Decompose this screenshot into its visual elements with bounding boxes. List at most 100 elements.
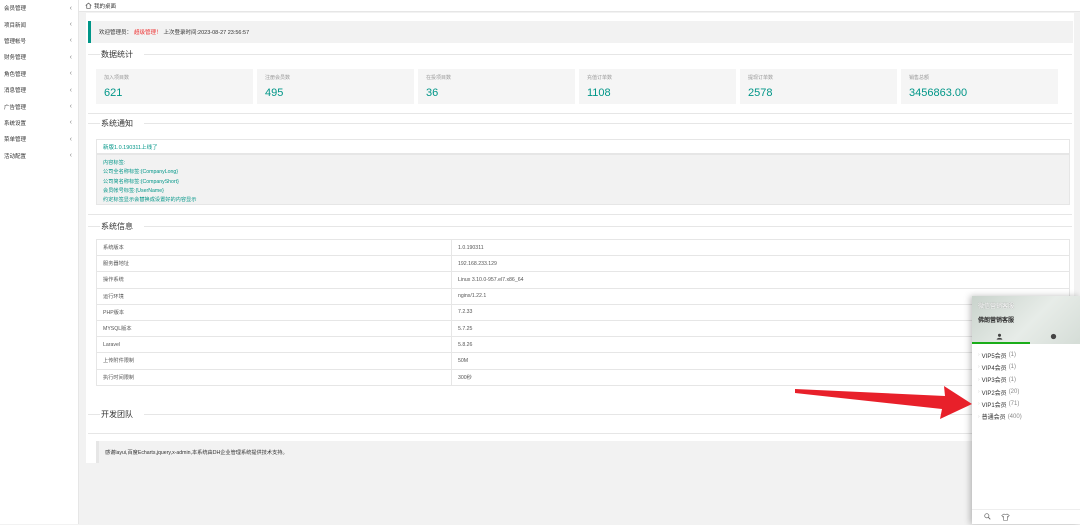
sidebar-item-label: 活动配置 bbox=[4, 153, 27, 160]
divider bbox=[88, 226, 100, 227]
team-text: 感谢layui,百度Echarts,jquery,x-admin,本系统由DH企… bbox=[105, 449, 288, 456]
group-count: (20) bbox=[1008, 389, 1020, 396]
expand-icon: › bbox=[978, 352, 980, 359]
stat-card-recharge-orders[interactable]: 充值订单数 1108 bbox=[579, 69, 736, 104]
sysinfo-key: 上传附件限制 bbox=[96, 352, 452, 370]
divider bbox=[88, 414, 100, 415]
stat-label: 注册会员数 bbox=[265, 75, 291, 81]
team-title: 开发团队 bbox=[101, 410, 133, 419]
table-row: PHP版本 7.2.33 bbox=[96, 303, 1070, 321]
sidebar-item-label: 会员管理 bbox=[4, 6, 27, 13]
chevron-left-icon: ‹ bbox=[69, 53, 72, 61]
table-row: Laravel 5.8.26 bbox=[96, 336, 1070, 354]
tab-bar: 我的桌面 bbox=[79, 0, 1080, 12]
chat-icon bbox=[1050, 333, 1056, 339]
stat-label: 加入项目数 bbox=[104, 75, 130, 81]
divider bbox=[88, 123, 100, 124]
group-name: VIP1会员 bbox=[981, 402, 1007, 409]
stat-card-projects-joined[interactable]: 加入项目数 621 bbox=[96, 69, 253, 104]
chevron-left-icon: ‹ bbox=[69, 37, 72, 45]
divider bbox=[88, 113, 1072, 114]
expand-icon: › bbox=[978, 413, 980, 420]
last-login-time: 上次登录时间:2023-08-27 23:56:57 bbox=[163, 30, 250, 36]
group-name: 普通会员 bbox=[981, 415, 1006, 422]
contact-panel: 微信营销客服 佛朗营销客服 › VIP5会员 (1) › VIP4会员 (1) › VIP… bbox=[972, 296, 1080, 524]
sidebar-item-messages[interactable]: 消息管理 ‹ bbox=[0, 82, 78, 98]
stat-label: 充值订单数 bbox=[587, 75, 613, 81]
expand-icon: › bbox=[978, 389, 980, 396]
sysinfo-table: 系统版本 1.0.190311 服务器地址 192.168.233.129 操作系统… bbox=[96, 238, 1070, 386]
stat-card-members[interactable]: 注册会员数 495 bbox=[257, 69, 414, 104]
sidebar-item-label: 系统设置 bbox=[4, 120, 27, 127]
sysinfo-key: 系统版本 bbox=[96, 238, 452, 257]
table-row: 服务器地址 192.168.233.129 bbox=[96, 255, 1070, 273]
sidebar-item-label: 管理帐号 bbox=[4, 38, 27, 45]
stat-value: 1108 bbox=[587, 87, 611, 99]
contact-panel-subtitle: 佛朗营销客服 bbox=[978, 318, 1015, 324]
tab-contacts[interactable] bbox=[972, 330, 1026, 342]
notice-headline-text: 新版1.0.190311上线了 bbox=[103, 144, 158, 151]
active-tab-indicator bbox=[972, 342, 1030, 344]
search-icon[interactable] bbox=[984, 513, 991, 522]
tab-home[interactable]: 我的桌面 bbox=[79, 2, 116, 10]
table-row: 操作系统 Linux 3.10.0-957.el7.x86_64 bbox=[96, 271, 1070, 289]
welcome-prefix: 欢迎管理员： bbox=[99, 30, 133, 36]
list-item[interactable]: › VIP1会员 (71) bbox=[978, 398, 1080, 410]
stat-value: 36 bbox=[426, 87, 439, 99]
list-item[interactable]: › VIP4会员 (1) bbox=[978, 361, 1080, 373]
chevron-left-icon: ‹ bbox=[69, 70, 72, 78]
table-row: 系统版本 1.0.190311 bbox=[96, 238, 1070, 257]
list-item[interactable]: › 普通会员 (400) bbox=[978, 410, 1080, 422]
sidebar-item-settings[interactable]: 系统设置 ‹ bbox=[0, 115, 78, 131]
stat-value: 621 bbox=[104, 87, 123, 99]
expand-icon: › bbox=[978, 401, 980, 408]
sysinfo-key: PHP版本 bbox=[96, 303, 452, 321]
group-count: (1) bbox=[1008, 376, 1017, 383]
sysinfo-value: 1.0.190311 bbox=[451, 238, 1070, 257]
sidebar-item-label: 财务管理 bbox=[4, 55, 27, 62]
sidebar-item-admin-accounts[interactable]: 管理帐号 ‹ bbox=[0, 33, 78, 49]
sidebar-item-ads[interactable]: 广告管理 ‹ bbox=[0, 98, 78, 114]
user-icon bbox=[996, 333, 1002, 340]
group-name: VIP4会员 bbox=[981, 365, 1007, 372]
stat-card-withdraw-orders[interactable]: 提现订单数 2578 bbox=[740, 69, 897, 104]
sidebar-item-menus[interactable]: 菜单管理 ‹ bbox=[0, 131, 78, 147]
home-icon bbox=[85, 2, 92, 9]
sidebar-item-label: 项目新闻 bbox=[4, 22, 27, 29]
table-row: MYSQL版本 5.7.25 bbox=[96, 319, 1070, 338]
divider bbox=[88, 433, 1072, 434]
sysinfo-value: Linux 3.10.0-957.el7.x86_64 bbox=[451, 271, 1070, 289]
tab-chats[interactable] bbox=[1026, 330, 1080, 342]
sysinfo-title: 系统信息 bbox=[101, 222, 133, 231]
list-item[interactable]: › VIP3会员 (1) bbox=[978, 374, 1080, 386]
sidebar-item-project-news[interactable]: 项目新闻 ‹ bbox=[0, 16, 78, 32]
stat-value: 3456863.00 bbox=[909, 87, 968, 99]
chevron-left-icon: ‹ bbox=[69, 152, 72, 160]
shirt-icon[interactable] bbox=[1001, 513, 1010, 523]
stat-label: 销售总额 bbox=[909, 75, 930, 81]
stat-card-active-projects[interactable]: 在投项目数 36 bbox=[418, 69, 575, 104]
divider bbox=[88, 214, 1072, 215]
list-item[interactable]: › VIP5会员 (1) bbox=[978, 349, 1080, 361]
sysinfo-value: 192.168.233.129 bbox=[451, 255, 1070, 273]
sidebar-item-roles[interactable]: 角色管理 ‹ bbox=[0, 66, 78, 82]
group-name: VIP2会员 bbox=[981, 390, 1007, 397]
divider bbox=[88, 54, 100, 55]
notice-headline[interactable]: 新版1.0.190311上线了 bbox=[96, 139, 1070, 154]
stat-label: 在投项目数 bbox=[426, 75, 452, 81]
stat-value: 2578 bbox=[748, 87, 773, 99]
sidebar-item-finance[interactable]: 财务管理 ‹ bbox=[0, 49, 78, 65]
divider bbox=[144, 54, 1072, 55]
sidebar-item-activities[interactable]: 活动配置 ‹ bbox=[0, 148, 78, 164]
stat-card-sales-total[interactable]: 销售总额 3456863.00 bbox=[901, 69, 1058, 104]
sidebar-item-members[interactable]: 会员管理 ‹ bbox=[0, 0, 78, 16]
expand-icon: › bbox=[978, 364, 980, 371]
contact-panel-title: 微信营销客服 bbox=[978, 304, 1015, 310]
chevron-left-icon: ‹ bbox=[69, 119, 72, 127]
sysinfo-key: 服务器地址 bbox=[96, 255, 452, 273]
list-item[interactable]: › VIP2会员 (20) bbox=[978, 386, 1080, 398]
notice-line: 公司简名称标签:{CompanyShort} bbox=[103, 178, 179, 185]
sidebar-item-label: 角色管理 bbox=[4, 71, 27, 78]
notice-line: 约定标签显示会替换成设置好的内容显示 bbox=[103, 197, 197, 204]
notice-line: 会员帐号标签:{UserName} bbox=[103, 187, 164, 194]
